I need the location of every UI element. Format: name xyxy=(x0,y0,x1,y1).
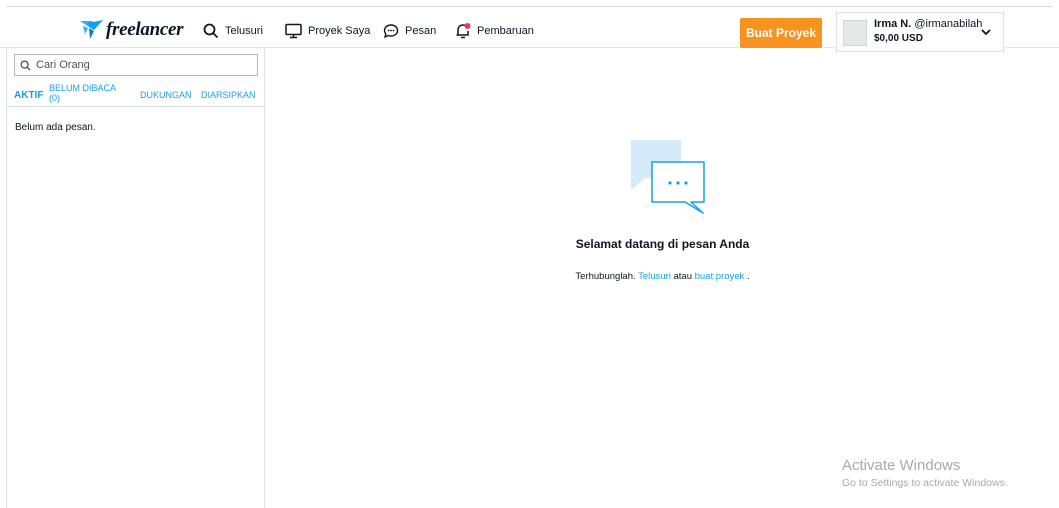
welcome-subtitle: Terhubunglah. Telusuri atau buat proyek … xyxy=(266,271,1059,282)
welcome-sub-suffix: . xyxy=(746,271,750,282)
nav-messages[interactable]: Pesan xyxy=(383,20,436,42)
tabs-divider xyxy=(7,106,266,107)
messages-main-panel: Selamat datang di pesan Anda Terhubungla… xyxy=(266,48,1059,508)
nav-updates-label: Pembaruan xyxy=(477,25,534,37)
tab-archived[interactable]: DIARSIPKAN xyxy=(201,90,256,100)
freelancer-logo[interactable]: freelancer xyxy=(80,18,184,42)
welcome-sub-prefix: Terhubunglah. xyxy=(575,271,636,282)
tab-unread[interactable]: BELUM DIBACA (0) xyxy=(49,83,116,103)
nav-browse-label: Telusuri xyxy=(225,25,263,37)
watermark-subtitle: Go to Settings to activate Windows. xyxy=(842,477,1008,489)
message-filter-tabs: AKTIF BELUM DIBACA (0) DUKUNGAN DIARSIPK… xyxy=(14,82,260,106)
search-icon xyxy=(203,23,219,39)
welcome-title: Selamat datang di pesan Anda xyxy=(575,237,750,251)
tab-active[interactable]: AKTIF xyxy=(14,90,43,101)
user-handle: @irmanabilah xyxy=(914,18,983,30)
conversation-sidebar: AKTIF BELUM DIBACA (0) DUKUNGAN DIARSIPK… xyxy=(6,48,266,508)
monitor-icon xyxy=(285,23,302,39)
avatar xyxy=(843,20,867,46)
watermark-title: Activate Windows xyxy=(842,457,961,474)
nav-messages-label: Pesan xyxy=(405,25,437,37)
nav-updates[interactable]: Pembaruan xyxy=(455,20,534,42)
welcome-sub-middle: atau xyxy=(673,271,693,282)
empty-conversation-message: Belum ada pesan. xyxy=(15,122,96,133)
empty-chat-illustration-icon xyxy=(631,140,705,214)
search-people-box[interactable] xyxy=(14,54,258,76)
top-navigation-bar: freelancer Telusuri Proyek Saya Pesan Pe… xyxy=(0,0,1059,52)
user-account-menu[interactable]: Irma N. @irmanabilah $0,00 USD xyxy=(836,12,1004,52)
search-people-input[interactable] xyxy=(36,59,246,71)
create-project-button[interactable]: Buat Proyek xyxy=(740,18,822,48)
nav-my-projects[interactable]: Proyek Saya xyxy=(285,20,370,42)
chevron-down-icon xyxy=(981,29,991,36)
browse-link[interactable]: Telusuri xyxy=(638,271,671,282)
nav-my-projects-label: Proyek Saya xyxy=(308,25,371,37)
chat-bubble-icon xyxy=(383,24,399,39)
tab-unread-label: BELUM DIBACA xyxy=(49,83,117,93)
freelancer-bird-icon xyxy=(80,20,103,39)
windows-activation-watermark: Activate Windows Go to Settings to activ… xyxy=(842,457,1008,489)
search-icon xyxy=(20,59,31,71)
user-name: Irma N. xyxy=(874,18,912,30)
tab-unread-count: (0) xyxy=(49,93,60,103)
bell-notification-icon xyxy=(456,23,471,39)
tab-support[interactable]: DUKUNGAN xyxy=(140,90,192,100)
user-balance: $0,00 USD xyxy=(874,33,923,44)
user-name-line: Irma N. @irmanabilah xyxy=(874,18,982,30)
freelancer-logo-text: freelancer xyxy=(106,19,184,40)
create-project-link[interactable]: buat proyek xyxy=(695,271,745,282)
nav-browse[interactable]: Telusuri xyxy=(203,20,263,42)
